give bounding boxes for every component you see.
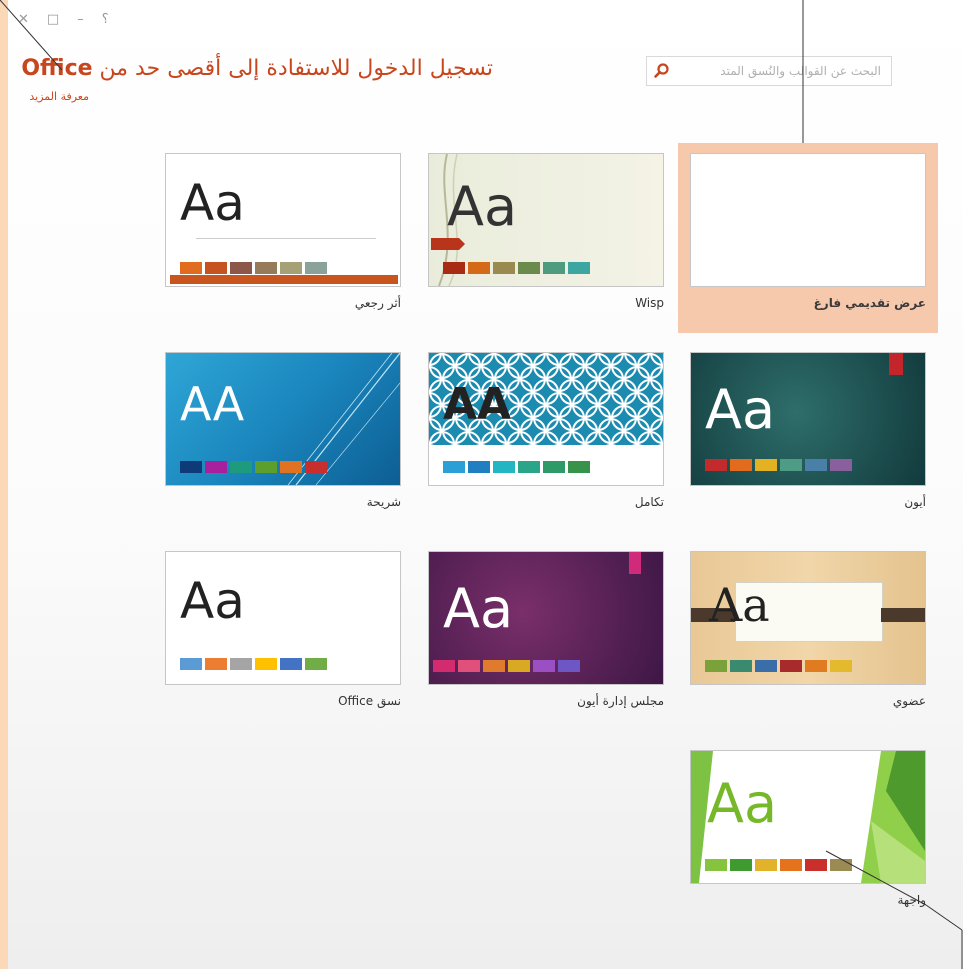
sample-text: Aa — [707, 772, 778, 835]
sample-text: Aa — [705, 378, 776, 441]
sample-text: Aa — [180, 174, 245, 232]
template-retrospect[interactable]: Aa أثر رجعي — [153, 143, 413, 333]
learn-more-link[interactable]: معرفة المزيد — [29, 90, 89, 103]
template-thumbnail: Aa — [428, 551, 664, 685]
template-label: شريحة — [366, 495, 401, 509]
sample-text: Aa — [443, 577, 514, 640]
sample-text: Aa — [709, 578, 770, 632]
sign-in-title-brand: Office — [21, 56, 93, 81]
sample-text: Aa — [180, 572, 245, 630]
template-label: عرض تقديمي فارغ — [813, 296, 926, 310]
template-gallery-window: ✕ □ – ؟ تسجيل الدخول للاستفادة إلى أقصى … — [8, 0, 963, 969]
color-swatches — [180, 262, 327, 274]
color-swatches — [433, 660, 580, 672]
template-thumbnail: Aa — [165, 551, 401, 685]
template-wisp[interactable]: Aa Wisp — [416, 143, 676, 333]
window-controls: ✕ □ – ؟ — [18, 8, 109, 30]
sign-in-title[interactable]: تسجيل الدخول للاستفادة إلى أقصى حد من Of… — [21, 56, 493, 81]
color-swatches — [180, 658, 327, 670]
color-swatches — [705, 459, 852, 471]
sign-in-title-text: تسجيل الدخول للاستفادة إلى أقصى حد من — [99, 56, 493, 81]
template-label: أيون — [904, 495, 926, 509]
search-icon[interactable] — [653, 62, 671, 80]
template-thumbnail — [690, 153, 926, 287]
template-integral[interactable]: AA تكامل — [416, 342, 676, 532]
template-thumbnail: AA — [165, 352, 401, 486]
sample-text: AA — [443, 379, 512, 430]
color-swatches — [180, 461, 327, 473]
template-label: Wisp — [635, 296, 664, 310]
template-thumbnail: Aa — [165, 153, 401, 287]
template-slice[interactable]: AA شريحة — [153, 342, 413, 532]
restore-icon[interactable]: □ — [47, 12, 59, 27]
template-thumbnail: Aa — [690, 551, 926, 685]
template-label: واجهة — [897, 893, 926, 907]
sample-text: AA — [180, 377, 245, 431]
color-swatches — [443, 461, 590, 473]
color-swatches — [705, 859, 852, 871]
template-label: تكامل — [634, 495, 664, 509]
template-thumbnail: Aa — [690, 750, 926, 884]
template-label: عضوي — [892, 694, 926, 708]
template-organic[interactable]: Aa عضوي — [678, 541, 938, 731]
template-office-theme[interactable]: Aa نسق Office — [153, 541, 413, 731]
template-thumbnail: AA — [428, 352, 664, 486]
template-blank[interactable]: عرض تقديمي فارغ — [678, 143, 938, 333]
color-swatches — [443, 262, 590, 274]
template-facet[interactable]: Aa واجهة — [678, 740, 938, 930]
help-icon[interactable]: ؟ — [102, 12, 109, 27]
color-swatches — [705, 660, 852, 672]
sample-text: Aa — [447, 175, 518, 238]
search-input[interactable] — [679, 63, 883, 79]
minimize-icon[interactable]: – — [77, 12, 84, 27]
search-box[interactable] — [646, 56, 892, 86]
template-thumbnail: Aa — [690, 352, 926, 486]
template-thumbnail: Aa — [428, 153, 664, 287]
close-icon[interactable]: ✕ — [18, 12, 29, 27]
template-label: أثر رجعي — [354, 296, 401, 310]
template-label: نسق Office — [338, 694, 401, 708]
template-label: مجلس إدارة أيون — [577, 694, 664, 708]
template-ion-boardroom[interactable]: Aa مجلس إدارة أيون — [416, 541, 676, 731]
template-ion[interactable]: Aa أيون — [678, 342, 938, 532]
